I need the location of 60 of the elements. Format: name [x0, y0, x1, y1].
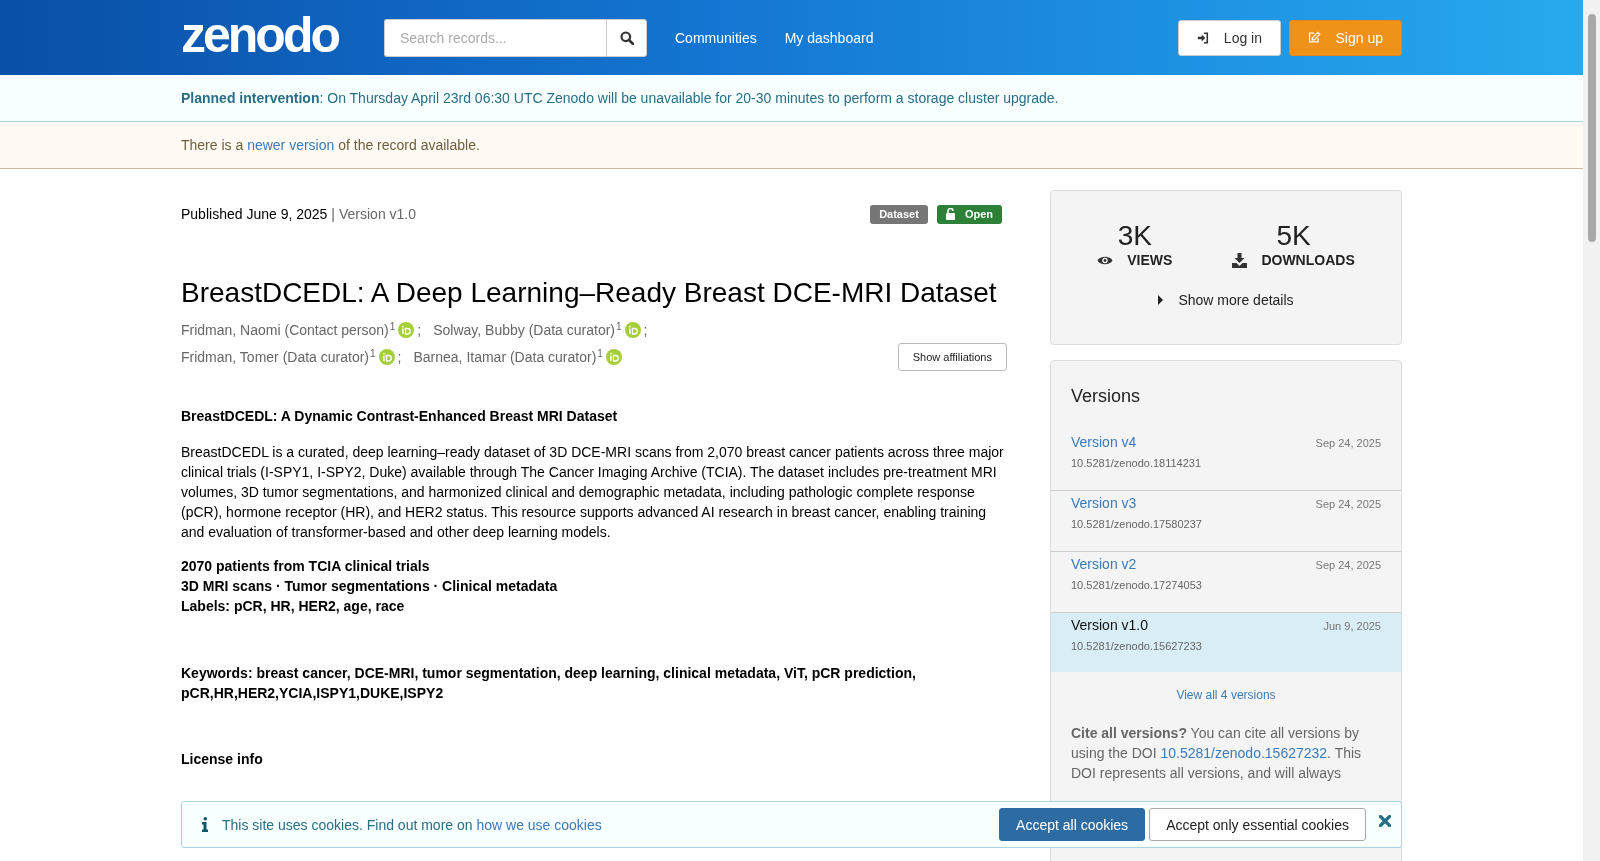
separator: ; [417, 322, 422, 338]
badge-label: Dataset [879, 208, 919, 220]
affiliation-number: 1 [616, 320, 622, 332]
version-date: Sep 24, 2025 [1315, 437, 1381, 449]
cite-all-versions-text: Cite all versions? You can cite all versions by using the DOI 10.5281/zenodo.15627232. This DOI represents all versions, and will always [1070, 724, 1363, 783]
creator-name[interactable]: Fridman, Naomi (Contact person) [181, 322, 389, 338]
version-date: Jun 9, 2025 [1323, 620, 1381, 632]
downloads-label: DOWNLOADS [1261, 252, 1355, 268]
creator-name[interactable]: Solway, Bubby (Data curator) [433, 322, 616, 338]
version-link[interactable]: Version v2 [1071, 556, 1137, 572]
record-title: BreastDCEDL: A Deep Learning–Ready Breast DCE-MRI Dataset [181, 276, 998, 310]
accept-essential-cookies-button[interactable]: Accept only essential cookies [1149, 808, 1366, 841]
version-label: Version v1.0 [339, 206, 417, 222]
nav-link[interactable]: My dashboard [784, 29, 874, 46]
version-link[interactable]: Version v1.0 [1071, 617, 1149, 633]
separator: ; [397, 349, 402, 365]
creator-name[interactable]: Barnea, Itamar (Data curator) [413, 349, 597, 365]
newer-version-link[interactable]: newer version [247, 137, 335, 153]
publication-date: Published June 9, 2025 [181, 206, 328, 222]
views-count: 3K [1117, 221, 1152, 251]
view-all-versions-link[interactable]: View all 4 versions [1176, 688, 1276, 702]
version-date: Sep 24, 2025 [1315, 498, 1381, 510]
nav-link[interactable]: Communities [675, 29, 757, 46]
logo[interactable]: zenodo [181, 6, 384, 63]
separator: | [331, 206, 335, 222]
maintenance-notice: Planned intervention: On Thursday April 23rd 06:30 UTC Zenodo will be unavailable for 20-30 minutes to perform a storage cluster upgrade. [181, 90, 1060, 106]
cookie-policy-link[interactable]: how we use cookies [476, 816, 602, 833]
version-item[interactable]: Version v1.0 Jun 9, 2025 10.5281/zenodo.15627233 [1051, 613, 1401, 672]
login-button[interactable]: Log in [1178, 19, 1281, 56]
affiliation-number: 1 [370, 347, 376, 359]
keywords-text: Keywords: breast cancer, DCE-MRI, tumor segmentation, deep learning, clinical metadata, ViT, pCR prediction, pCR,HR,HER2,YCIA,ISPY1,DUKE,ISPY2 [181, 664, 917, 703]
highlight-line: 3D MRI scans · Tumor segmentations · Clinical metadata [181, 577, 559, 596]
highlight-line: Labels: pCR, HR, HER2, age, race [181, 597, 406, 616]
version-doi: 10.5281/zenodo.18114231 [1071, 457, 1203, 469]
affiliation-number: 1 [597, 347, 603, 359]
show-more-details-toggle[interactable]: Show more details [1051, 292, 1401, 308]
license-heading: License info [181, 751, 264, 767]
version-doi: 10.5281/zenodo.15627233 [1071, 640, 1203, 652]
version-doi: 10.5281/zenodo.17274053 [1071, 579, 1203, 591]
version-link[interactable]: Version v4 [1071, 434, 1137, 450]
version-link[interactable]: Version v3 [1071, 495, 1137, 511]
affiliation-number: 1 [389, 320, 396, 332]
newer-version-notice: There is a newer version of the record available. [181, 137, 481, 153]
cookie-notice: This site uses cookies. Find out more on how we use cookies [222, 816, 602, 833]
version-item[interactable]: Version v3 Sep 24, 2025 10.5281/zenodo.17580237 [1051, 491, 1401, 552]
version-doi: 10.5281/zenodo.17580237 [1071, 518, 1203, 530]
downloads-count: 5K [1276, 221, 1311, 251]
search-field[interactable]: Search records... [384, 18, 606, 57]
creator-name[interactable]: Fridman, Tomer (Data curator) [181, 349, 369, 365]
description-heading: BreastDCEDL: A Dynamic Contrast-Enhanced Breast MRI Dataset [181, 408, 619, 424]
show-affiliations-button[interactable]: Show affiliations [897, 343, 1007, 371]
version-date: Sep 24, 2025 [1315, 559, 1381, 571]
views-label: VIEWS [1127, 252, 1173, 268]
separator: ; [643, 322, 648, 338]
version-item[interactable]: Version v4 Sep 24, 2025 10.5281/zenodo.18114231 [1051, 430, 1401, 491]
highlight-line: 2070 patients from TCIA clinical trials [181, 557, 431, 576]
badge-label: Open [964, 208, 993, 220]
versions-heading: Versions [1070, 386, 1142, 407]
accept-all-cookies-button[interactable]: Accept all cookies [999, 808, 1146, 841]
description-text: BreastDCEDL is a curated, deep learning–ready dataset of 3D DCE-MRI scans from 2,070 breast cancer patients across three major clinical trials (I-SPY1, I-SPY2, Duke) available through The Cancer Imaging Archive (TCIA). The dataset includes pre-treatment MRI volumes, 3D tumor segmentations, and harmonized clinical and demographic metadata, including pathologic complete response (pCR), hormone receptor (HR), and HER2 status. This resource supports advanced AI research in breast cancer, enabling training and evaluation of transformer-based and other deep learning models. [181, 443, 1005, 542]
